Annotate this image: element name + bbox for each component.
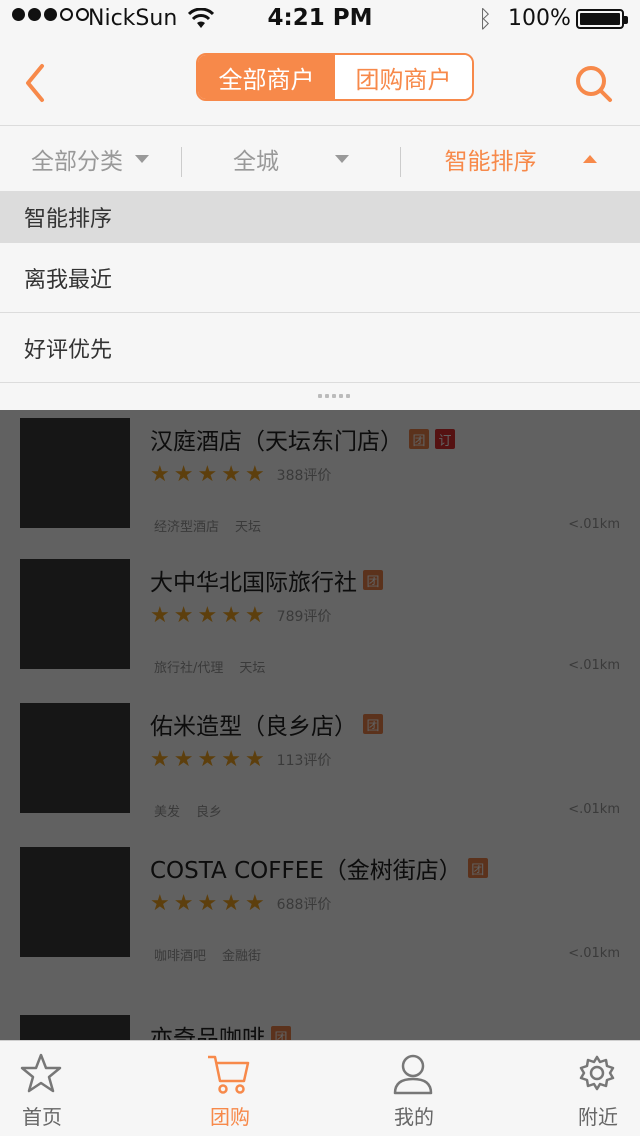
sort-option-top-rated[interactable]: 好评优先 [0, 313, 640, 383]
gear-icon [579, 1055, 615, 1091]
filter-sort[interactable]: 智能排序 [401, 127, 640, 191]
merchant-type-segmented-control: 全部商户 团购商户 [196, 53, 474, 101]
sort-dropdown: 智能排序 离我最近 好评优先 [0, 191, 640, 410]
filter-category-label: 全部分类 [31, 149, 123, 175]
filter-category[interactable]: 全部分类 [0, 127, 180, 191]
filter-bar: 全部分类 全城 智能排序 [0, 127, 640, 191]
chevron-down-icon [335, 155, 349, 163]
tab-group-buy[interactable]: 团购 [180, 1041, 280, 1136]
status-bar: NickSun 4:21 PM ᛒ 100% [0, 0, 640, 40]
battery-percent: 100% [508, 6, 571, 31]
drag-handle-icon[interactable] [318, 394, 350, 398]
star-icon [20, 1053, 62, 1093]
segment-all-merchants[interactable]: 全部商户 [198, 55, 335, 99]
chevron-up-icon [582, 155, 597, 163]
battery-icon [576, 9, 628, 29]
dim-overlay[interactable] [0, 410, 640, 1040]
filter-area-label: 全城 [233, 149, 279, 175]
back-icon[interactable] [18, 60, 54, 106]
tab-bar: 首页 团购 我的 附近 [0, 1040, 640, 1136]
search-icon[interactable] [572, 62, 616, 106]
merchant-list: 汉庭酒店（天坛东门店）团订★★★★★388评价经济型酒店天坛<.01km大中华北… [0, 410, 640, 1040]
sort-option-nearest[interactable]: 离我最近 [0, 243, 640, 313]
tab-group-buy-label: 团购 [210, 1105, 250, 1129]
segment-group-buy-merchants[interactable]: 团购商户 [335, 55, 472, 99]
chevron-down-icon [135, 155, 149, 163]
tab-home-label: 首页 [22, 1105, 62, 1129]
tab-mine-label: 我的 [394, 1105, 434, 1129]
filter-area[interactable]: 全城 [182, 127, 400, 191]
sort-option-smart[interactable]: 智能排序 [0, 191, 640, 243]
user-icon [393, 1054, 433, 1095]
tab-nearby-label: 附近 [578, 1105, 618, 1129]
navigation-bar: 全部商户 团购商户 [0, 40, 640, 126]
tab-mine[interactable]: 我的 [364, 1041, 464, 1136]
tab-nearby[interactable]: 附近 [548, 1041, 640, 1136]
bluetooth-icon: ᛒ [478, 5, 493, 33]
filter-sort-label: 智能排序 [444, 149, 537, 175]
tab-home[interactable]: 首页 [0, 1041, 92, 1136]
cart-icon [208, 1055, 250, 1094]
